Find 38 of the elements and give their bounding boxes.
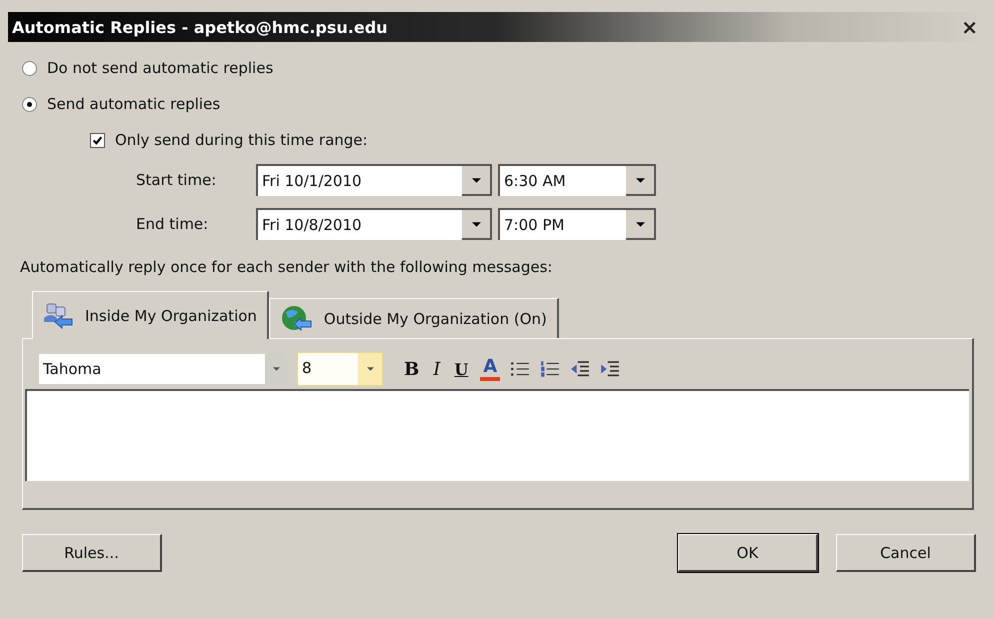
caret-icon: [272, 367, 280, 371]
instruction-text: Automatically reply once for each sender with the following messages:: [20, 258, 554, 278]
date-dropdown[interactable]: Fri 10/8/2010: [256, 208, 492, 240]
tab[interactable]: Inside My Organization: [32, 291, 269, 339]
tab[interactable]: Outside My Organization (On): [268, 298, 559, 338]
window-title: Automatic Replies - apetko@hmc.psu.edu: [12, 18, 388, 36]
checkbox[interactable]: [90, 132, 105, 148]
close-button[interactable]: ×: [957, 15, 982, 39]
radio-label: Send automatic replies: [47, 95, 220, 113]
message-field[interactable]: [25, 389, 969, 481]
numbered-list-icon[interactable]: [540, 359, 560, 379]
date-dropdown[interactable]: Fri 10/1/2010: [256, 164, 492, 196]
dialog-button[interactable]: OK: [678, 534, 818, 572]
field-label: Start time:: [136, 171, 218, 189]
people-icon: [43, 302, 73, 330]
dialog-button[interactable]: Cancel: [836, 534, 976, 572]
time-dropdown[interactable]: 6:30 AM: [498, 164, 656, 196]
time-dropdown[interactable]: 7:00 PM: [498, 208, 656, 240]
radio-label: Do not send automatic replies: [47, 59, 274, 77]
increase-indent-icon[interactable]: [600, 359, 620, 379]
caret-icon: [472, 178, 480, 182]
caret-icon: [472, 222, 480, 226]
bold-button[interactable]: B: [397, 358, 426, 380]
caret-icon: [636, 222, 644, 226]
underline-button[interactable]: U: [447, 360, 476, 378]
font-color-button[interactable]: A: [480, 357, 500, 381]
font-dropdown[interactable]: Tahoma: [39, 354, 287, 384]
font-size-dropdown[interactable]: 8: [297, 352, 383, 386]
radio-button[interactable]: [22, 60, 37, 76]
caret-icon: [636, 178, 644, 182]
decrease-indent-icon[interactable]: [570, 359, 590, 379]
checkbox-label: Only send during this time range:: [115, 131, 368, 149]
caret-icon: [366, 367, 374, 371]
radio-button[interactable]: [22, 96, 37, 112]
field-label: End time:: [136, 215, 210, 233]
italic-button[interactable]: I: [426, 358, 448, 380]
globe-icon: [280, 304, 312, 334]
dialog-button[interactable]: Rules...: [22, 534, 162, 572]
